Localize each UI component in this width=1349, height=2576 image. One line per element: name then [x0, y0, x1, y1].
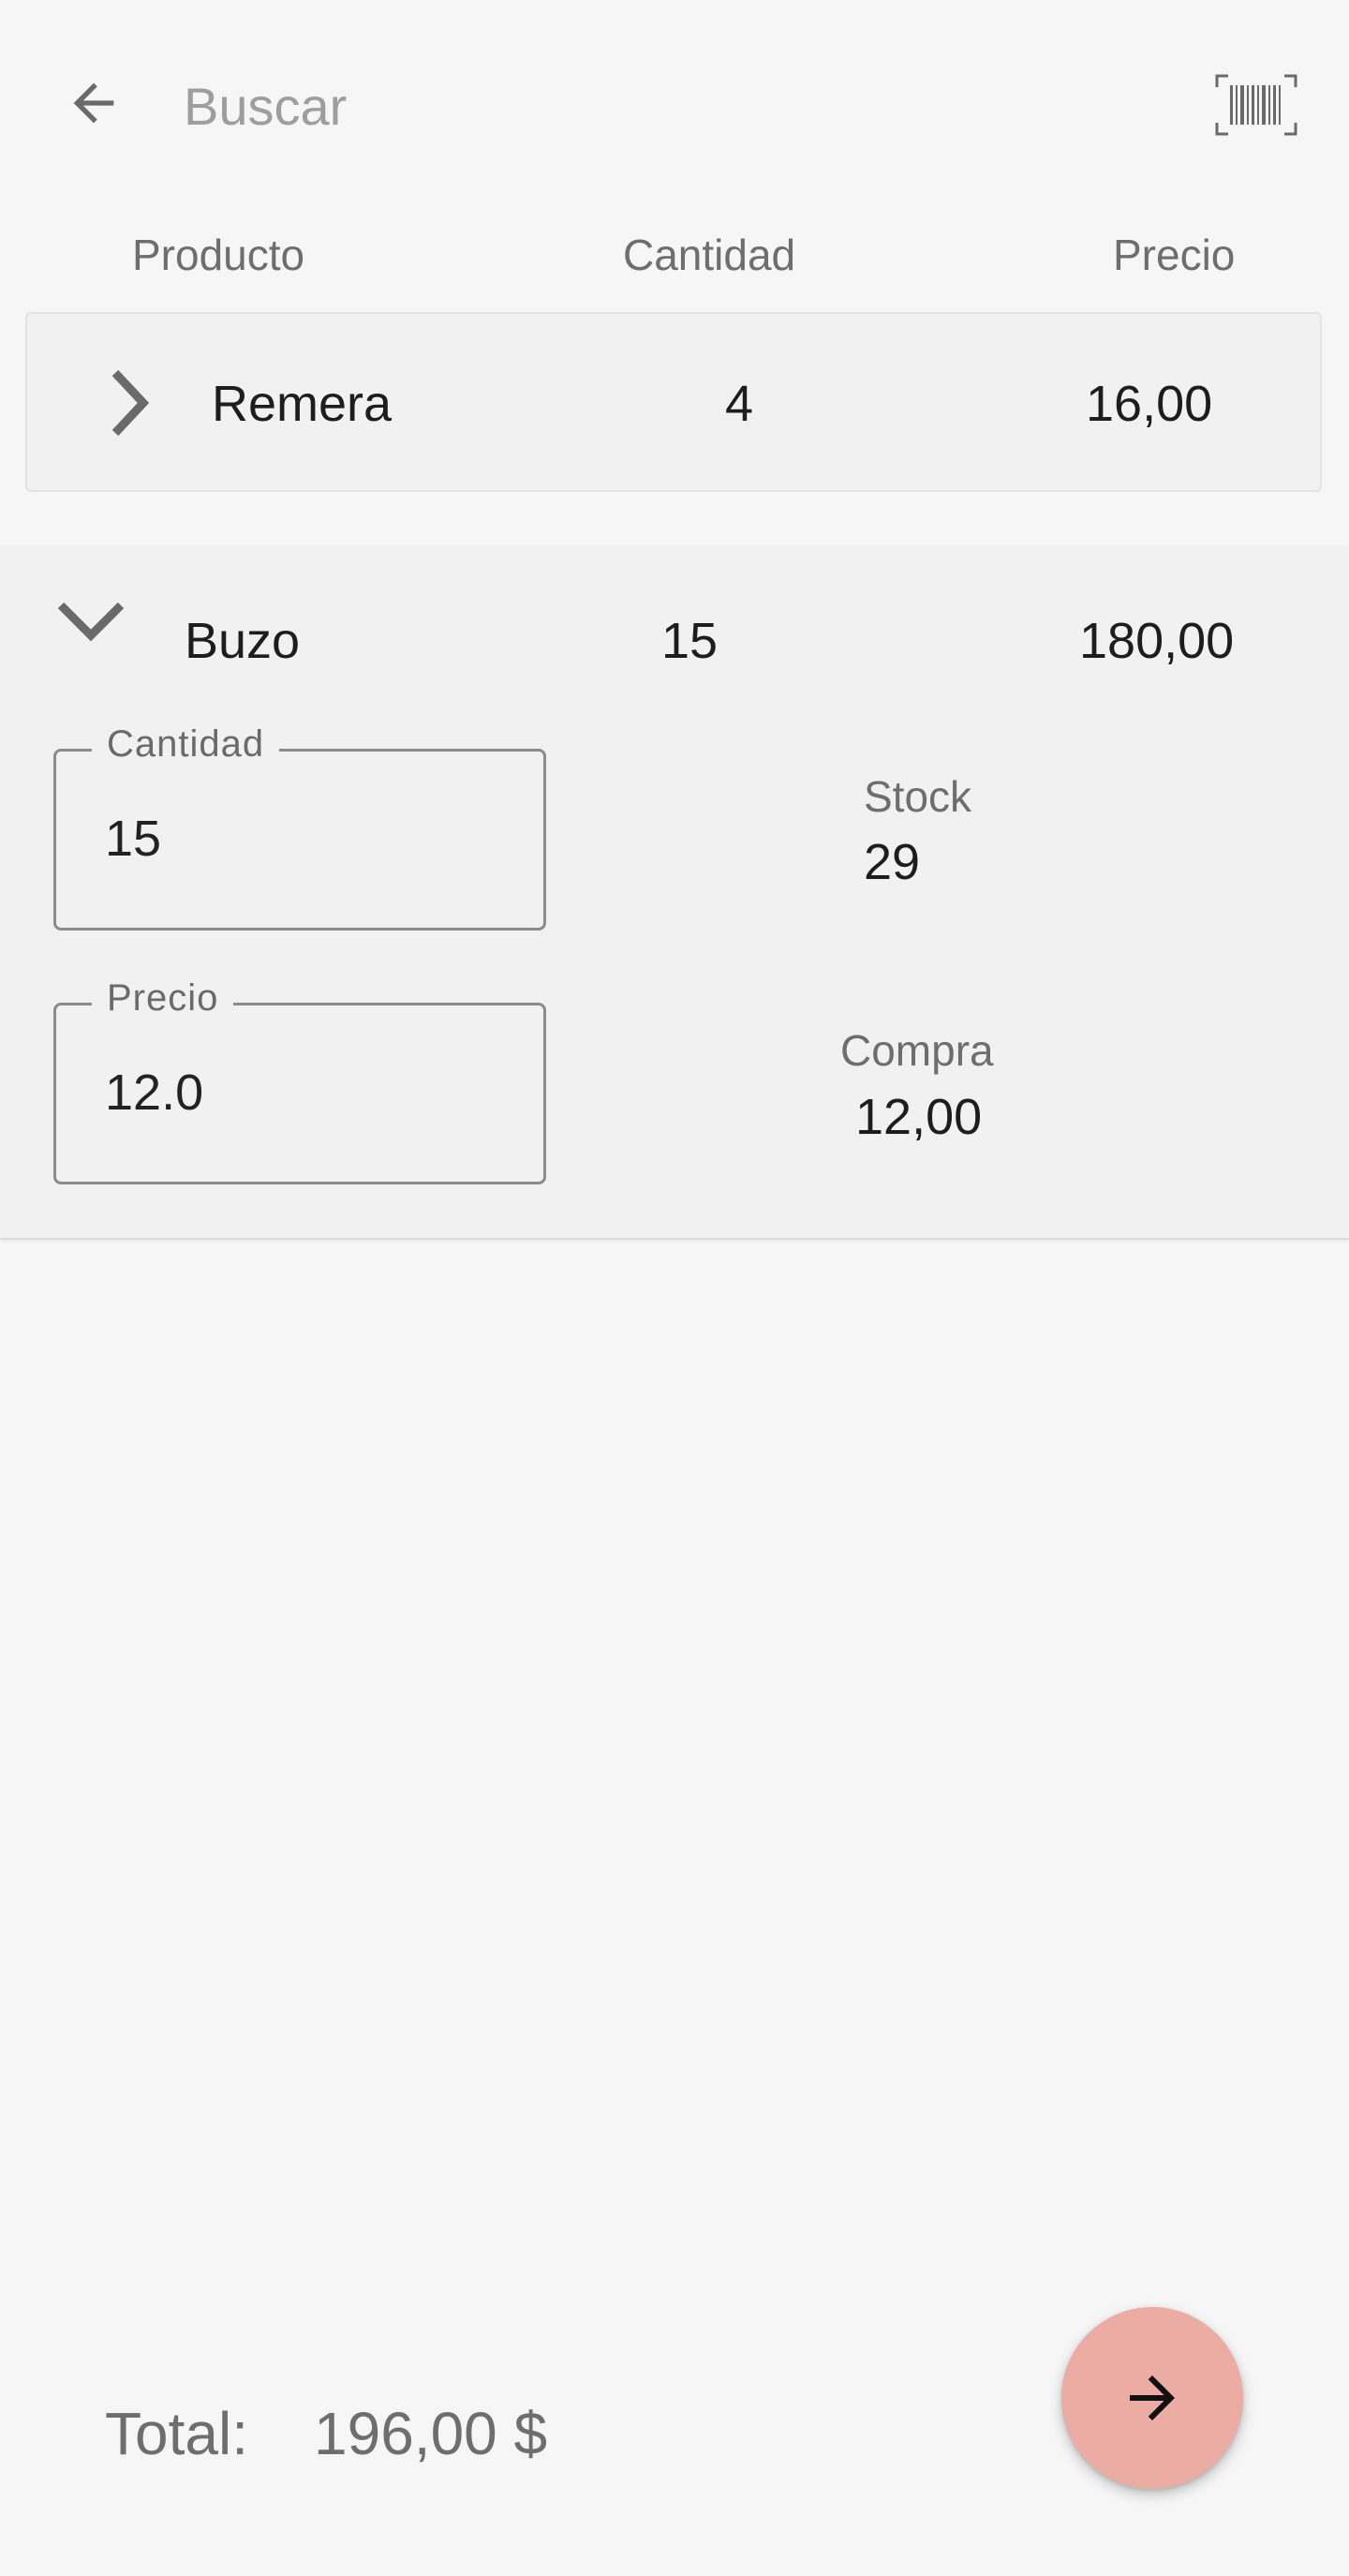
next-button[interactable]	[1061, 2307, 1243, 2489]
product-quantity: 4	[725, 376, 754, 432]
product-name: Remera	[212, 376, 393, 432]
product-name: Buzo	[185, 613, 301, 669]
purchase-value: 12,00	[855, 1089, 983, 1145]
column-header-price: Precio	[1113, 231, 1236, 279]
price-field[interactable]: Precio 12.0	[53, 977, 546, 1184]
product-price: 16,00	[1086, 376, 1213, 432]
purchase-label: Compra	[840, 1026, 994, 1075]
price-field-label: Precio	[92, 977, 234, 1020]
chevron-right-icon	[111, 369, 150, 437]
column-header-quantity: Cantidad	[623, 231, 796, 279]
quantity-field-label: Cantidad	[92, 723, 280, 766]
barcode-scan-button[interactable]	[1208, 66, 1304, 144]
arrow-right-icon	[1130, 2375, 1175, 2420]
quantity-field[interactable]: Cantidad 15	[53, 723, 546, 931]
search-input[interactable]	[184, 66, 1027, 146]
barcode-scan-icon	[1215, 74, 1297, 136]
product-row-remera[interactable]: Remera 4 16,00	[25, 312, 1322, 492]
product-price: 180,00	[1079, 613, 1235, 669]
stock-value: 29	[864, 834, 921, 890]
chevron-down-icon	[57, 602, 125, 642]
product-quantity: 15	[661, 613, 719, 669]
quantity-field-value[interactable]: 15	[105, 810, 161, 868]
collapse-toggle[interactable]	[49, 584, 133, 659]
expand-toggle[interactable]	[86, 361, 170, 445]
back-button[interactable]	[47, 56, 141, 150]
product-row-buzo[interactable]: Buzo 15 180,00 Cantidad 15 Stock 29 Prec…	[0, 546, 1349, 1240]
column-header-product: Producto	[132, 231, 305, 279]
stock-label: Stock	[864, 772, 972, 821]
total-label: Total:	[105, 2400, 248, 2467]
price-field-value[interactable]: 12.0	[105, 1064, 203, 1122]
total-value: 196,00 $	[314, 2400, 548, 2467]
arrow-left-icon	[73, 82, 114, 124]
